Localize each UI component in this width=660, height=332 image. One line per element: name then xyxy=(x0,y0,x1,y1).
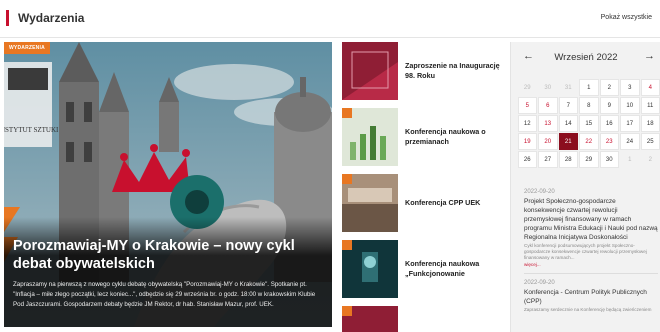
calendar-day[interactable]: 13 xyxy=(538,114,558,132)
calendar-day[interactable]: 30 xyxy=(538,78,558,96)
event-thumbnail xyxy=(342,108,398,166)
calendar-day[interactable]: 7 xyxy=(558,96,578,114)
calendar-day[interactable]: 23 xyxy=(599,132,619,150)
calendar-event[interactable]: 2022-09-20 Projekt Społeczno-gospodarcze… xyxy=(524,189,658,267)
event-title[interactable]: Konferencja naukowa „Funkcjonowanie xyxy=(405,259,505,279)
featured-title[interactable]: Porozmawiaj-MY o Krakowie – nowy cykl de… xyxy=(13,237,323,273)
calendar-events-list: 2022-09-20 Projekt Społeczno-gospodarcze… xyxy=(524,189,658,319)
calendar-day[interactable]: 3 xyxy=(620,78,640,96)
calendar-event[interactable]: 2022-09-20 Konferencja - Centrum Polityk… xyxy=(524,280,658,313)
show-all-link[interactable]: Pokaż wszystkie xyxy=(601,14,652,21)
calendar-day[interactable]: 26 xyxy=(517,150,537,168)
event-description: Zapraszamy serdecznie na Konferencję będ… xyxy=(524,307,652,312)
calendar-day[interactable]: 17 xyxy=(620,114,640,132)
section-title: Wydarzenia xyxy=(18,11,85,25)
calendar-day[interactable]: 12 xyxy=(517,114,537,132)
calendar-day[interactable]: 11 xyxy=(640,96,660,114)
calendar-day[interactable]: 29 xyxy=(579,150,599,168)
calendar-day[interactable]: 10 xyxy=(620,96,640,114)
divider xyxy=(524,273,658,274)
event-title[interactable]: Projekt Społeczno-gospodarcze konsekwenc… xyxy=(524,197,658,242)
section-header: Wydarzenia Pokaż wszystkie xyxy=(0,0,660,38)
event-title[interactable]: Konferencja CPP UEK xyxy=(405,198,505,208)
calendar-day[interactable]: 8 xyxy=(579,96,599,114)
calendar-day[interactable]: 5 xyxy=(517,96,537,114)
event-list-item[interactable] xyxy=(342,306,504,332)
calendar-day[interactable]: 28 xyxy=(558,150,578,168)
calendar-day[interactable]: 19 xyxy=(517,132,537,150)
event-title[interactable]: Konferencja - Centrum Polityk Publicznyc… xyxy=(524,288,658,306)
calendar-day[interactable]: 14 xyxy=(558,114,578,132)
event-list-item[interactable]: Konferencja naukowa „Funkcjonowanie xyxy=(342,240,504,298)
calendar-day[interactable]: 1 xyxy=(579,78,599,96)
calendar-day[interactable]: 9 xyxy=(599,96,619,114)
event-thumbnail xyxy=(342,240,398,298)
calendar-month: Wrzesień 2022 xyxy=(554,52,618,63)
calendar-day[interactable]: 2 xyxy=(640,150,660,168)
calendar-day[interactable]: 29 xyxy=(517,78,537,96)
calendar-day[interactable]: 27 xyxy=(538,150,558,168)
event-description: Cykl konferencji podsumowujących projekt… xyxy=(524,243,647,260)
calendar-day[interactable]: 22 xyxy=(579,132,599,150)
calendar-day[interactable]: 2 xyxy=(599,78,619,96)
calendar-day[interactable]: 24 xyxy=(620,132,640,150)
calendar-day[interactable]: 25 xyxy=(640,132,660,150)
arrow-right-icon[interactable]: → xyxy=(644,50,655,62)
featured-description: Zapraszamy na pierwszą z nowego cyklu de… xyxy=(13,281,316,308)
event-list-item[interactable]: Konferencja CPP UEK xyxy=(342,174,504,232)
event-title[interactable]: Zaproszenie na Inaugurację 98. Roku xyxy=(405,61,505,81)
calendar-day[interactable]: 20 xyxy=(538,132,558,150)
calendar-day-selected[interactable]: 21 xyxy=(558,132,578,150)
featured-event-card[interactable]: INSTYTUT SZTUKI WYDARZENIA Porozmawiaj-M… xyxy=(4,42,332,327)
read-more-link[interactable]: więcej... xyxy=(524,262,658,267)
event-thumbnail xyxy=(342,42,398,100)
event-list-item[interactable]: Zaproszenie na Inaugurację 98. Roku xyxy=(342,42,504,100)
calendar-day[interactable]: 1 xyxy=(620,150,640,168)
header-accent-bar xyxy=(6,10,9,26)
calendar-day[interactable]: 30 xyxy=(599,150,619,168)
event-thumbnail xyxy=(342,174,398,232)
events-calendar: ← Wrzesień 2022 → 29 30 31 1 2 3 4 5 6 7 8 9 10 11 12 1… xyxy=(510,42,660,332)
event-thumbnail xyxy=(342,306,398,332)
category-badge: WYDARZENIA xyxy=(4,42,50,54)
calendar-header: ← Wrzesień 2022 → xyxy=(511,42,660,74)
calendar-day[interactable]: 4 xyxy=(640,78,660,96)
calendar-grid: 29 30 31 1 2 3 4 5 6 7 8 9 10 11 12 13 14 15 16 17 18 19 20 21 2… xyxy=(517,78,660,168)
calendar-day[interactable]: 31 xyxy=(558,78,578,96)
event-date: 2022-09-20 xyxy=(524,280,555,286)
calendar-day[interactable]: 18 xyxy=(640,114,660,132)
logo-text: INSTYTUT SZTUKI xyxy=(4,126,59,134)
calendar-day[interactable]: 15 xyxy=(579,114,599,132)
event-title[interactable]: Konferencja naukowa o przemianach xyxy=(405,127,505,147)
calendar-day[interactable]: 16 xyxy=(599,114,619,132)
calendar-day[interactable]: 6 xyxy=(538,96,558,114)
event-list-item[interactable]: Konferencja naukowa o przemianach xyxy=(342,108,504,166)
event-date: 2022-09-20 xyxy=(524,189,555,195)
